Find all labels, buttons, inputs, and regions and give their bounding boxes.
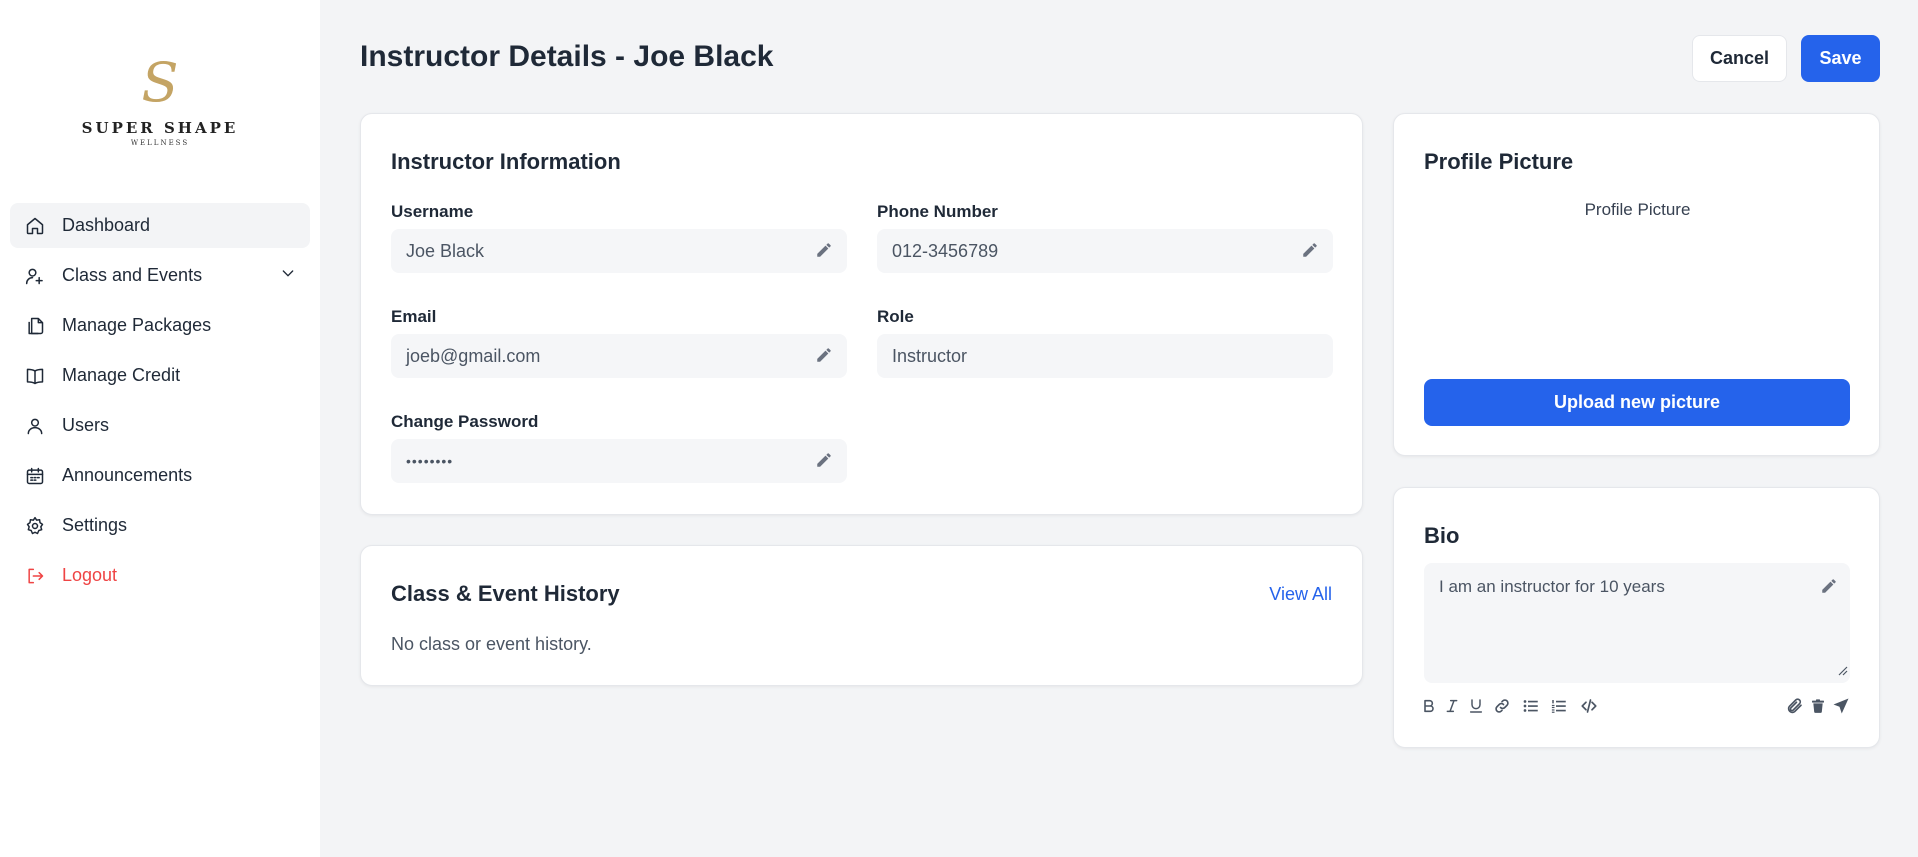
- phone-value: 012-3456789: [892, 240, 999, 261]
- sidebar-item-announcements[interactable]: Announcements: [10, 453, 310, 498]
- sidebar-item-label: Manage Packages: [62, 315, 212, 335]
- italic-icon[interactable]: [1441, 695, 1463, 717]
- bold-icon[interactable]: [1418, 695, 1440, 717]
- sidebar-nav: Dashboard Class and Events Manage Packag…: [10, 203, 310, 603]
- resize-handle-icon[interactable]: [1838, 661, 1848, 681]
- upload-picture-button[interactable]: Upload new picture: [1424, 379, 1850, 426]
- home-icon: [24, 215, 46, 237]
- username-field[interactable]: Joe Black: [391, 229, 847, 273]
- chevron-down-icon[interactable]: [280, 265, 296, 286]
- cancel-button[interactable]: Cancel: [1692, 35, 1787, 82]
- attachment-icon[interactable]: [1784, 695, 1806, 717]
- code-icon[interactable]: [1578, 695, 1600, 717]
- role-value: Instructor: [892, 345, 968, 366]
- username-label: Username: [391, 202, 474, 221]
- book-icon: [24, 365, 46, 387]
- sidebar-item-logout[interactable]: Logout: [10, 553, 310, 598]
- sidebar-item-settings[interactable]: Settings: [10, 503, 310, 548]
- calendar-icon: [24, 465, 46, 487]
- username-value: Joe Black: [406, 240, 485, 261]
- profile-picture-image: Profile Picture: [1584, 200, 1691, 219]
- card-title: Class & Event History: [391, 581, 620, 606]
- sidebar-item-manage-credit[interactable]: Manage Credit: [10, 353, 310, 398]
- sidebar-item-manage-packages[interactable]: Manage Packages: [10, 303, 310, 348]
- role-label: Role: [877, 307, 914, 326]
- documents-icon: [24, 315, 46, 337]
- bio-textarea[interactable]: I am an instructor for 10 years: [1424, 563, 1850, 683]
- page-title: Instructor Details - Joe Black: [360, 40, 774, 73]
- class-event-history-card: Class & Event History View All No class …: [360, 545, 1363, 686]
- logo-subtitle: WELLNESS: [130, 139, 190, 147]
- sidebar-item-label: Settings: [62, 515, 128, 535]
- card-title: Profile Picture: [1424, 149, 1574, 174]
- link-icon[interactable]: [1491, 695, 1513, 717]
- sidebar-item-class-and-events[interactable]: Class and Events: [10, 253, 310, 298]
- email-value: joeb@gmail.com: [406, 345, 541, 366]
- sidebar-item-label: Logout: [62, 565, 118, 585]
- bio-card: Bio I am an instructor for 10 years: [1393, 487, 1880, 748]
- history-empty-text: No class or event history.: [391, 634, 592, 654]
- edit-pencil-icon[interactable]: [815, 346, 833, 369]
- sidebar-item-label: Users: [62, 415, 110, 435]
- brand-logo: S SUPER SHAPE WELLNESS: [0, 51, 320, 148]
- numbered-list-icon[interactable]: [1548, 695, 1570, 717]
- bio-value: I am an instructor for 10 years: [1439, 577, 1665, 596]
- bullet-list-icon[interactable]: [1520, 695, 1542, 717]
- editor-toolbar: [1424, 695, 1850, 719]
- password-value: ••••••••: [406, 453, 454, 469]
- email-label: Email: [391, 307, 437, 326]
- role-field: Instructor: [877, 334, 1333, 378]
- sidebar-item-dashboard[interactable]: Dashboard: [10, 203, 310, 248]
- logo-mark: S: [141, 51, 179, 114]
- password-field[interactable]: ••••••••: [391, 439, 847, 483]
- send-icon[interactable]: [1830, 695, 1852, 717]
- sidebar-item-label: Dashboard: [62, 215, 151, 235]
- sidebar-item-label: Manage Credit: [62, 365, 181, 385]
- email-field[interactable]: joeb@gmail.com: [391, 334, 847, 378]
- gear-icon: [24, 515, 46, 537]
- change-password-label: Change Password: [391, 412, 539, 431]
- sidebar-item-users[interactable]: Users: [10, 403, 310, 448]
- logo-name: SUPER SHAPE: [81, 119, 239, 137]
- edit-pencil-icon[interactable]: [1820, 577, 1838, 600]
- card-title: Instructor Information: [391, 149, 621, 174]
- edit-pencil-icon[interactable]: [1301, 241, 1319, 264]
- sidebar-item-label: Class and Events: [62, 265, 203, 285]
- card-title: Bio: [1424, 523, 1460, 548]
- sidebar-item-label: Announcements: [62, 465, 193, 485]
- view-all-link[interactable]: View All: [1269, 584, 1332, 605]
- user-plus-icon: [24, 265, 46, 287]
- phone-field[interactable]: 012-3456789: [877, 229, 1333, 273]
- user-icon: [24, 415, 46, 437]
- underline-icon[interactable]: [1465, 695, 1487, 717]
- logout-icon: [24, 565, 46, 587]
- edit-pencil-icon[interactable]: [815, 241, 833, 264]
- instructor-information-card: Instructor Information Username Joe Blac…: [360, 113, 1363, 515]
- phone-label: Phone Number: [877, 202, 998, 221]
- profile-picture-card: Profile Picture Profile Picture Upload n…: [1393, 113, 1880, 456]
- edit-pencil-icon[interactable]: [815, 451, 833, 472]
- trash-icon[interactable]: [1807, 695, 1829, 717]
- save-button[interactable]: Save: [1801, 35, 1880, 82]
- sidebar: S SUPER SHAPE WELLNESS Dashboard Class a…: [0, 0, 320, 857]
